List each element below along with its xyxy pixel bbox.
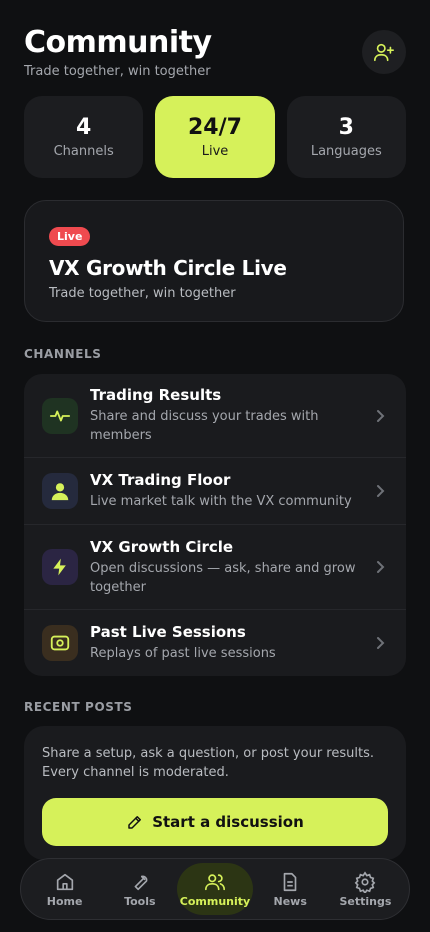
add-user-icon: [374, 43, 394, 62]
gear-icon: [355, 870, 376, 893]
stat-languages[interactable]: 3 Languages: [286, 96, 406, 178]
tab-news[interactable]: News: [253, 863, 328, 915]
recent-posts-text: Share a setup, ask a question, or post y…: [42, 746, 374, 780]
channel-item-trading-floor[interactable]: VX Trading Floor Live market talk with t…: [24, 458, 406, 525]
stats-row: 4 Channels 24/7 Live 3 Languages: [24, 96, 406, 178]
channel-item-trading-results[interactable]: Trading Results Share and discuss your t…: [24, 374, 406, 458]
live-card-subtitle: Trade together, win together: [49, 286, 236, 301]
wrench-icon: [134, 875, 148, 890]
tab-home[interactable]: Home: [27, 863, 102, 915]
tab-label: Home: [46, 894, 83, 908]
stat-value: 3: [338, 115, 354, 140]
video-icon: [42, 625, 78, 661]
channel-title: Past Live Sessions: [90, 623, 246, 641]
bottom-tab-bar: Home Tools Community News Settings: [20, 858, 410, 920]
recent-posts-card: Share a setup, ask a question, or post y…: [24, 726, 406, 860]
tab-label: Settings: [339, 894, 392, 908]
users-icon: [205, 873, 225, 890]
stat-value: 24/7: [188, 115, 242, 140]
stat-label: Live: [201, 144, 229, 159]
channel-description: Open discussions — ask, share and grow t…: [90, 560, 356, 595]
channel-description: Share and discuss your trades with membe…: [90, 409, 319, 443]
page-title: Community: [24, 25, 212, 60]
start-discussion-button[interactable]: Start a discussion: [42, 798, 388, 846]
channel-title: Trading Results: [90, 386, 222, 404]
add-user-button[interactable]: [362, 30, 406, 74]
chevron-right-icon: [372, 560, 388, 574]
tab-community[interactable]: Community: [177, 863, 253, 915]
stat-channels[interactable]: 4 Channels: [24, 96, 144, 178]
channel-title: VX Trading Floor: [90, 471, 231, 489]
chevron-right-icon: [372, 636, 388, 650]
page-subtitle: Trade together, win together: [24, 64, 211, 79]
home-icon: [56, 873, 73, 890]
tab-label: Community: [179, 894, 251, 908]
channel-description: Replays of past live sessions: [90, 646, 276, 661]
stat-live[interactable]: 24/7 Live: [155, 96, 275, 178]
chevron-right-icon: [372, 484, 388, 498]
channel-description: Live market talk with the VX community: [90, 494, 352, 509]
pencil-icon: [128, 816, 142, 829]
stat-value: 4: [76, 115, 92, 140]
channel-title: VX Growth Circle: [90, 537, 234, 556]
chevron-right-icon: [372, 409, 388, 423]
start-discussion-label: Start a discussion: [152, 813, 304, 831]
pulse-icon: [42, 397, 78, 434]
stat-label: Languages: [310, 144, 382, 159]
user-icon: [42, 473, 78, 509]
channel-list: Trading Results Share and discuss your t…: [24, 374, 406, 676]
live-card-title: VX Growth Circle Live: [49, 256, 287, 280]
live-session-card[interactable]: Live VX Growth Circle Live Trade togethe…: [24, 200, 404, 322]
lightning-icon: [42, 549, 78, 585]
stat-label: Channels: [53, 144, 114, 159]
channel-item-past-sessions[interactable]: Past Live Sessions Replays of past live …: [24, 610, 406, 676]
channels-section-label: CHANNELS: [24, 347, 102, 361]
tab-tools[interactable]: Tools: [102, 863, 177, 915]
recent-posts-section-label: RECENT POSTS: [24, 700, 133, 714]
tab-label: News: [273, 894, 307, 908]
page-header: Community Trade together, win together: [24, 25, 212, 80]
channel-item-growth-circle[interactable]: VX Growth Circle Open discussions — ask,…: [24, 525, 406, 610]
tab-label: Tools: [124, 894, 156, 908]
document-icon: [283, 872, 297, 891]
live-badge: Live: [49, 227, 91, 246]
tab-settings[interactable]: Settings: [328, 863, 403, 915]
